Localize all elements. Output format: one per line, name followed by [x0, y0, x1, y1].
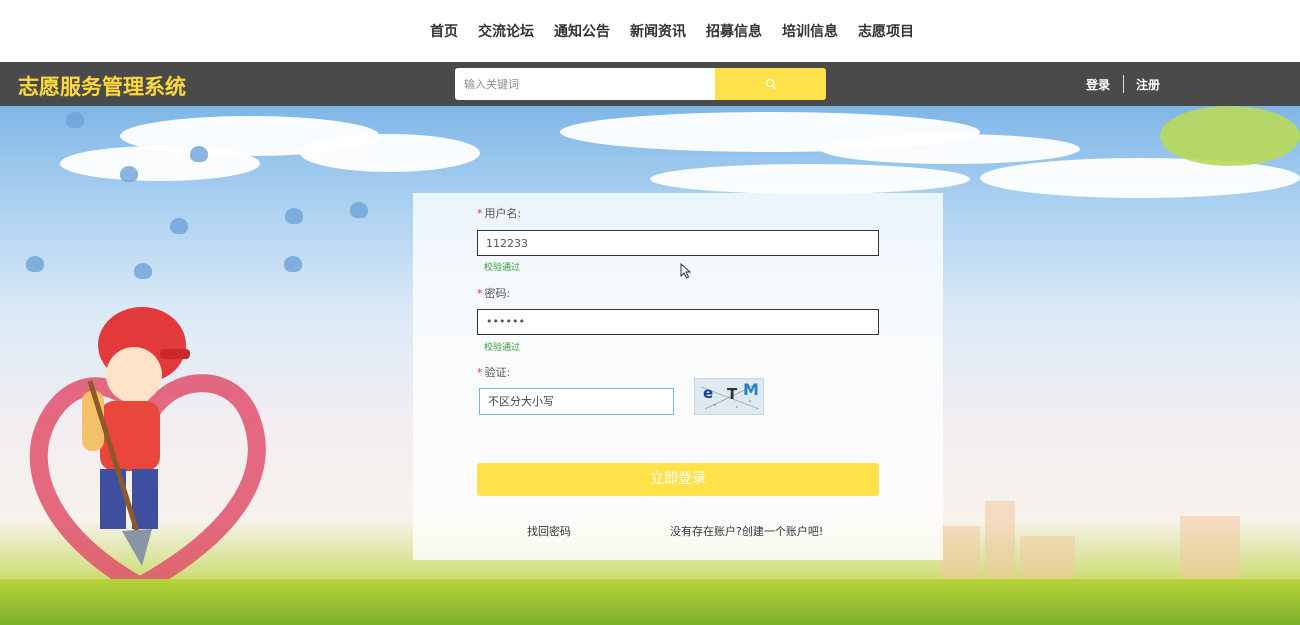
search-icon: [765, 78, 776, 90]
username-input[interactable]: [477, 230, 879, 256]
grass-ground: [0, 579, 1300, 625]
top-navigation: 首页 交流论坛 通知公告 新闻资讯 招募信息 培训信息 志愿项目: [0, 0, 1300, 62]
volunteer-character-illustration: [82, 307, 190, 566]
captcha-image[interactable]: e T M: [694, 378, 764, 415]
nav-item-forum[interactable]: 交流论坛: [478, 21, 534, 41]
username-label: * 用户名:: [477, 207, 522, 220]
login-form-card: *用户名: 校验通过 *密码: •••••• 校验通过 *验证: 不区分大小写 …: [413, 193, 943, 560]
login-submit-button[interactable]: 立即登录: [477, 463, 879, 496]
captcha-input[interactable]: 不区分大小写: [479, 388, 674, 415]
nav-item-training[interactable]: 培训信息: [782, 21, 838, 41]
create-account-link[interactable]: 没有存在账户?创建一个账户吧!: [670, 523, 823, 539]
nav-items: 首页 交流论坛 通知公告 新闻资讯 招募信息 培训信息 志愿项目: [420, 0, 924, 62]
search-input[interactable]: [455, 68, 715, 100]
header-bar: 志愿服务管理系统 登录 注册: [0, 62, 1300, 106]
forgot-password-link[interactable]: 找回密码: [527, 523, 571, 539]
password-validation-hint: 校验通过: [484, 343, 521, 353]
nav-item-projects[interactable]: 志愿项目: [858, 21, 914, 41]
captcha-char: e: [703, 384, 714, 402]
login-link[interactable]: 登录: [1086, 76, 1110, 93]
search-button[interactable]: [715, 68, 826, 100]
register-link[interactable]: 注册: [1136, 76, 1160, 93]
auth-links: 登录 注册: [1086, 62, 1160, 106]
username-validation-hint: 校验通过: [484, 263, 521, 273]
nav-item-news[interactable]: 新闻资讯: [630, 21, 686, 41]
mouse-cursor-icon: [680, 263, 692, 279]
captcha-label: * 验证:: [477, 366, 511, 379]
site-title: 志愿服务管理系统: [18, 75, 186, 99]
nav-item-home[interactable]: 首页: [430, 21, 458, 41]
nav-item-notices[interactable]: 通知公告: [554, 21, 610, 41]
captcha-char: M: [743, 380, 759, 399]
password-label: * 密码:: [477, 287, 511, 300]
auth-divider: [1123, 75, 1125, 93]
nav-item-recruitment[interactable]: 招募信息: [706, 21, 762, 41]
password-input[interactable]: ••••••: [477, 309, 879, 335]
captcha-char: T: [727, 385, 738, 403]
